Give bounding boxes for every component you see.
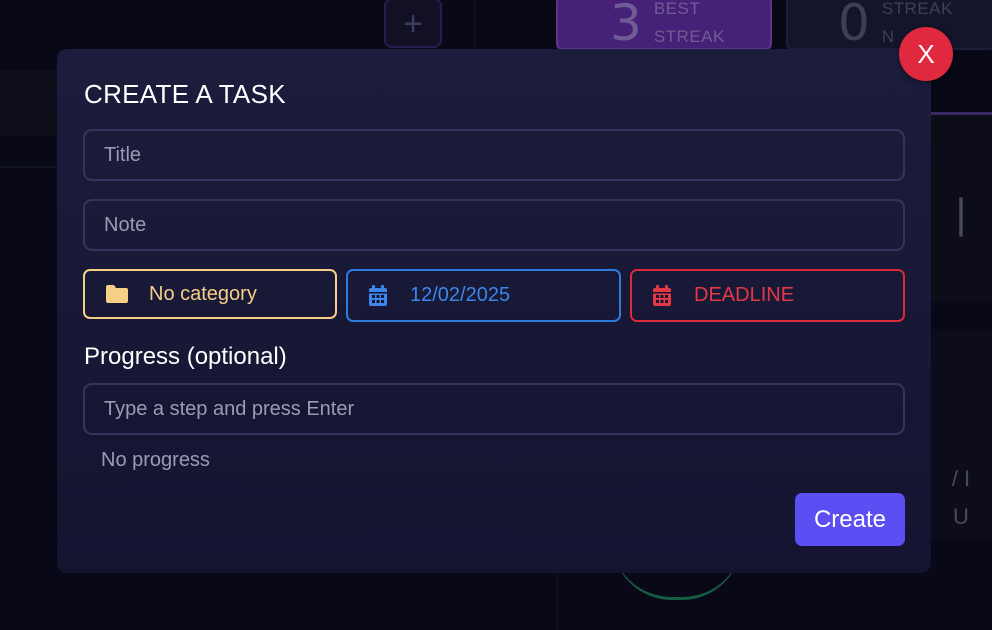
create-button[interactable]: Create (795, 493, 905, 546)
step-input[interactable] (83, 383, 905, 435)
title-input[interactable] (83, 129, 905, 181)
deadline-picker[interactable]: DEADLINE (630, 269, 905, 322)
deadline-label: DEADLINE (694, 284, 795, 306)
calendar-icon (652, 284, 672, 307)
folder-icon (105, 284, 129, 304)
no-progress-text: No progress (101, 449, 210, 471)
modal-title: CREATE A TASK (84, 79, 286, 109)
date-value: 12/02/2025 (410, 284, 511, 306)
category-select[interactable]: No category (83, 269, 337, 319)
create-task-modal: CREATE A TASK No category 12/02/2025 (57, 49, 931, 573)
calendar-icon (368, 284, 388, 307)
note-input[interactable] (83, 199, 905, 251)
date-picker[interactable]: 12/02/2025 (346, 269, 621, 322)
category-label: No category (149, 282, 257, 305)
progress-heading: Progress (optional) (84, 343, 287, 370)
close-button[interactable]: X (899, 27, 953, 81)
